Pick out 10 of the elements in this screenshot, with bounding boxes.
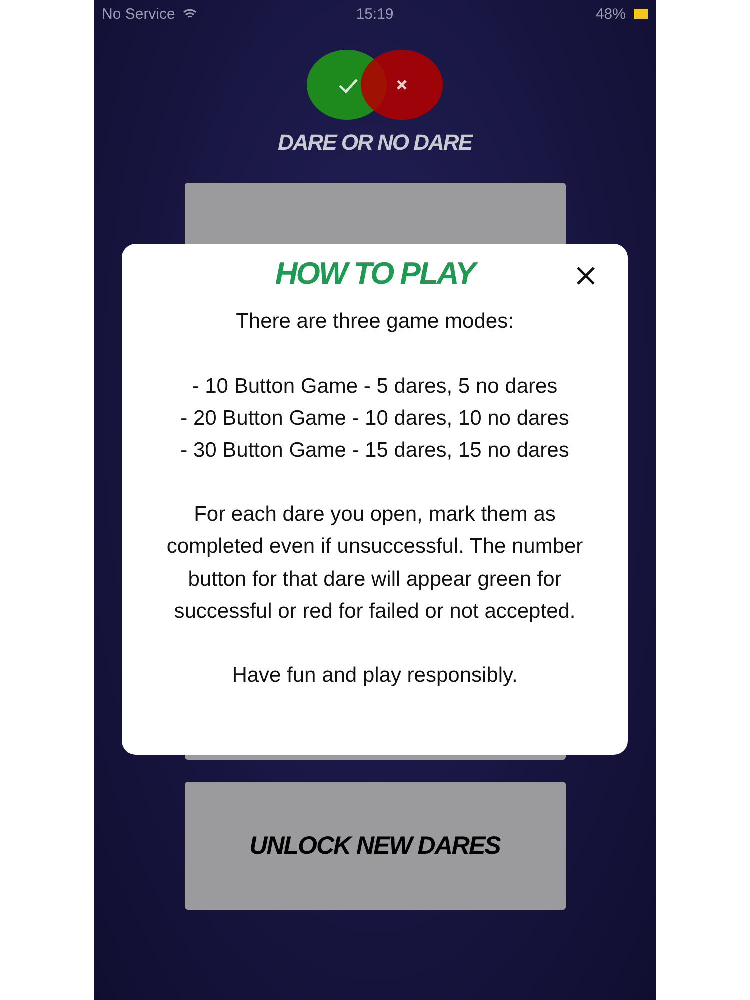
paragraph: For each dare you open, mark them as completed even if unsuccessful. The number button for that dare will appear green for successful or red for failed or not accepted. (166, 502, 584, 625)
paragraph: Have fun and play responsibly. (232, 662, 518, 688)
battery-text: 48% (596, 6, 626, 22)
mode-text: - 20 Button Game - 10 dares, 10 no dares (180, 406, 570, 432)
app-title: DARE OR NO DARE (278, 130, 472, 156)
clock-text: 15:19 (356, 6, 394, 22)
intro-text: There are three game modes: (236, 309, 514, 335)
carrier-text: No Service (102, 6, 176, 22)
mode-text: - 30 Button Game - 15 dares, 15 no dares (180, 438, 570, 464)
mode-text: - 10 Button Game - 5 dares, 5 no dares (191, 374, 559, 400)
